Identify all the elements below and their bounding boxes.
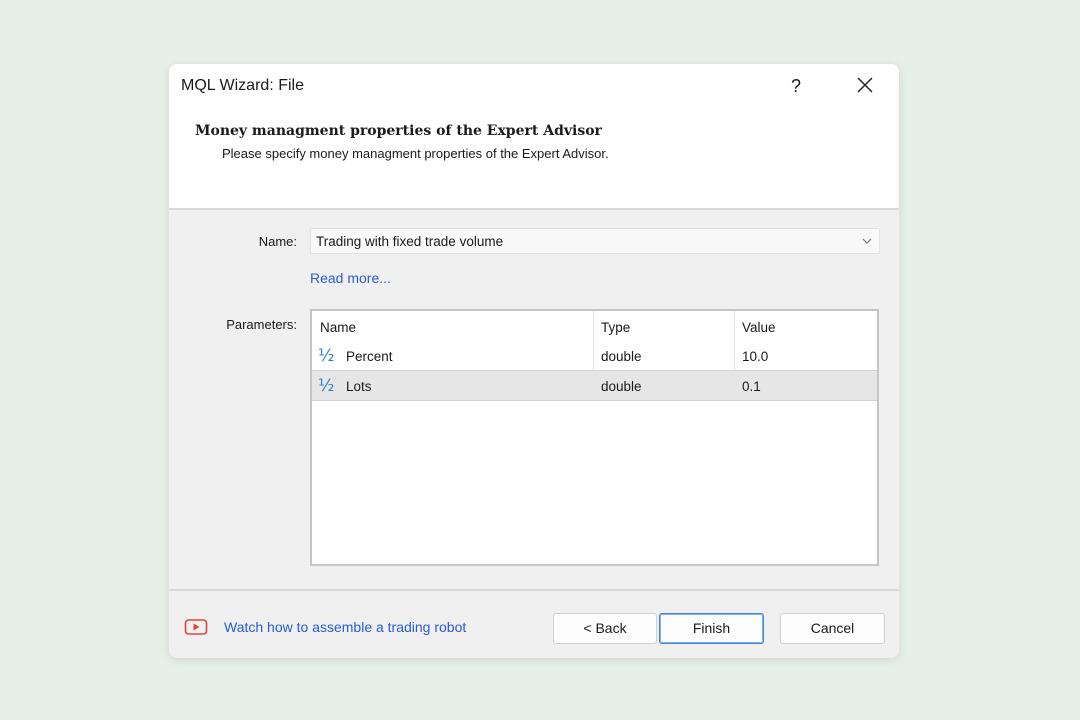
cancel-button[interactable]: Cancel [780,613,885,644]
param-name: Lots [346,379,372,394]
back-button[interactable]: < Back [553,613,657,644]
param-type: double [601,349,642,364]
table-header: Name Type Value [312,311,877,341]
fraction-icon: ½ [318,346,334,365]
window-title: MQL Wizard: File [181,77,304,94]
param-name: Percent [346,349,393,364]
svg-text:½: ½ [318,346,334,365]
page-title: Money managment properties of the Expert… [195,123,602,139]
close-button[interactable] [847,70,883,102]
chevron-down-icon [862,238,872,244]
column-header-value[interactable]: Value [742,320,776,335]
video-play-icon[interactable] [184,618,208,636]
read-more-link[interactable]: Read more... [310,270,391,286]
parameters-table: Name Type Value ½ Percent double 10.0 ½ … [310,309,879,566]
help-button[interactable]: ? [781,70,811,102]
footer-divider [169,589,899,591]
title-bar: MQL Wizard: File ? [169,64,899,110]
fraction-icon: ½ [318,376,334,395]
wizard-header: Money managment properties of the Expert… [169,110,899,208]
page-subtitle: Please specify money managment propertie… [222,146,609,161]
svg-text:½: ½ [318,376,334,395]
watch-video-link[interactable]: Watch how to assemble a trading robot [224,619,466,635]
table-row[interactable]: ½ Lots double 0.1 [312,370,877,401]
table-row[interactable]: ½ Percent double 10.0 [312,341,877,371]
param-value[interactable]: 10.0 [742,349,768,364]
name-dropdown[interactable]: Trading with fixed trade volume [310,228,880,254]
column-header-type[interactable]: Type [601,320,630,335]
column-header-name[interactable]: Name [320,320,356,335]
finish-button[interactable]: Finish [659,613,764,644]
param-value[interactable]: 0.1 [742,379,761,394]
mql-wizard-dialog: MQL Wizard: File ? Money managment prope… [169,64,899,658]
name-label: Name: [258,234,297,249]
close-icon [857,77,873,93]
parameters-label: Parameters: [226,317,297,332]
name-dropdown-value: Trading with fixed trade volume [316,234,504,249]
param-type: double [601,379,642,394]
header-divider [169,208,899,210]
